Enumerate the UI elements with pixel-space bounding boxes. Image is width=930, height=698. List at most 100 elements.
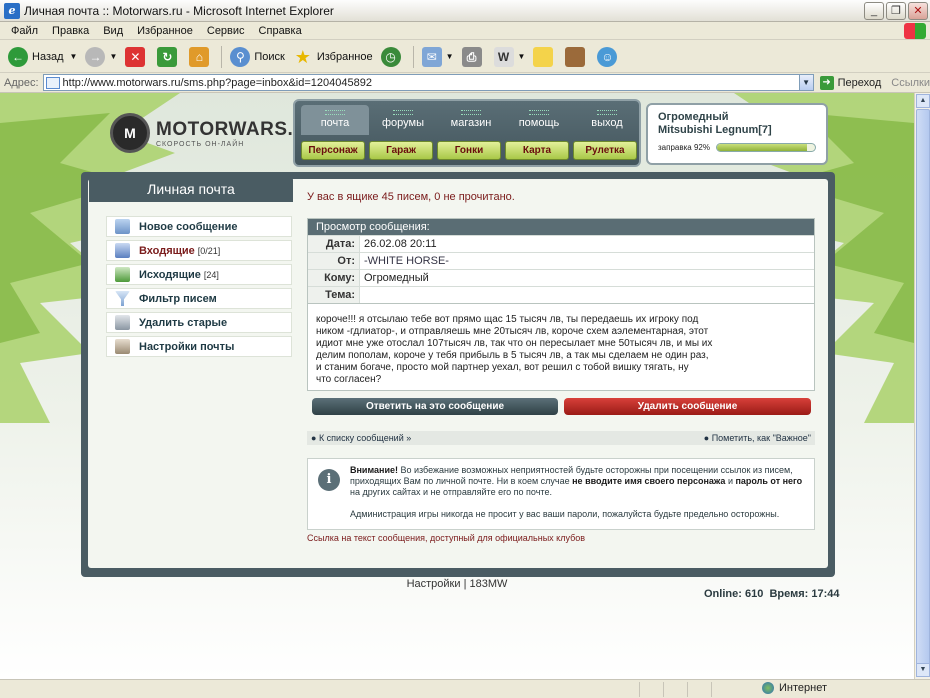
research-button[interactable] — [561, 44, 593, 70]
refresh-button[interactable]: ↻ — [153, 44, 185, 70]
nav-mail[interactable]: почта — [301, 105, 369, 135]
inbox-icon — [115, 243, 130, 258]
history-icon: ◷ — [380, 46, 401, 67]
message-recipient: Огромедный — [364, 272, 429, 284]
messenger-button[interactable]: ☺ — [593, 44, 625, 70]
message-view-title: Просмотр сообщения: — [308, 219, 814, 235]
subnav-races[interactable]: Гонки — [437, 141, 501, 160]
footer-counter: 183MW — [469, 578, 508, 590]
nav-shop[interactable]: магазин — [437, 105, 505, 135]
edit-dropdown-icon[interactable]: ▼ — [518, 52, 526, 61]
subnav-roulette[interactable]: Рулетка — [573, 141, 637, 160]
delete-message-button[interactable]: Удалить сообщение — [564, 398, 811, 415]
server-time: 17:44 — [811, 588, 840, 600]
message-body-line: что согласен? — [316, 374, 382, 385]
subnav-character[interactable]: Персонаж — [301, 141, 365, 160]
address-label: Адрес: — [4, 76, 39, 89]
forward-button[interactable]: → ▼ — [81, 44, 121, 70]
favorites-button[interactable]: ★ Избранное — [289, 44, 377, 70]
reply-button[interactable]: Ответить на это сообщение — [312, 398, 558, 415]
filter-icon — [115, 291, 130, 306]
online-status: Online: 610 Время: 17:44 — [704, 588, 840, 600]
fuel-label: заправка 92% — [658, 143, 710, 152]
search-button[interactable]: ⚲ Поиск — [226, 44, 288, 70]
note-icon — [533, 46, 554, 67]
edit-button[interactable]: W ▼ — [490, 44, 530, 70]
notice-warning-text: Внимание! Во избежание возможных неприят… — [350, 465, 803, 497]
settings-icon — [115, 339, 130, 354]
menu-bar: Файл Правка Вид Избранное Сервис Справка — [0, 22, 930, 40]
online-count: 610 — [744, 588, 764, 600]
back-to-list-link[interactable]: ● К списку сообщений » — [311, 433, 411, 443]
sidebar-item-delete-old[interactable]: Удалить старые — [106, 312, 292, 333]
sidebar-item-filter[interactable]: Фильтр писем — [106, 288, 292, 309]
car-owner[interactable]: Огромедный — [658, 111, 816, 124]
menu-file[interactable]: Файл — [4, 25, 45, 37]
footer-settings-link[interactable]: Настройки — [407, 578, 461, 590]
club-text-link[interactable]: Ссылка на текст сообщения, доступный для… — [307, 533, 585, 543]
message-sender[interactable]: -WHITE HORSE- — [360, 253, 449, 269]
menu-edit[interactable]: Правка — [45, 25, 96, 37]
windows-logo-icon — [904, 23, 926, 39]
subnav-garage[interactable]: Гараж — [369, 141, 433, 160]
subnav-map[interactable]: Карта — [505, 141, 569, 160]
address-input[interactable]: http://www.motorwars.ru/sms.php?page=inb… — [42, 74, 814, 91]
address-url[interactable]: http://www.motorwars.ru/sms.php?page=inb… — [63, 77, 799, 89]
mail-sidebar: Новое сообщение Входящие [0/21] Исходящи… — [106, 216, 292, 360]
nav-forums[interactable]: форумы — [369, 105, 437, 135]
message-to-row: Кому: Огромедный — [308, 269, 814, 286]
print-button[interactable]: ⎙ — [458, 44, 490, 70]
stop-button[interactable]: ✕ — [121, 44, 153, 70]
sidebar-item-inbox[interactable]: Входящие [0/21] — [106, 240, 292, 261]
scrollbar-thumb[interactable] — [916, 109, 930, 669]
menu-tools[interactable]: Сервис — [200, 25, 252, 37]
message-body-line: ником -гдлиатор-, и отправляешь мне 20ты… — [316, 326, 709, 337]
status-bar: Интернет — [0, 679, 930, 698]
message-body-line: идиот мне уже отослал 107тысяч лв, так ч… — [316, 338, 713, 349]
maximize-button[interactable]: ❐ — [886, 1, 906, 20]
go-button[interactable]: ➜ Переход — [819, 75, 881, 90]
menu-view[interactable]: Вид — [96, 25, 130, 37]
back-dropdown-icon[interactable]: ▼ — [70, 52, 78, 61]
sidebar-item-new-message[interactable]: Новое сообщение — [106, 216, 292, 237]
forward-dropdown-icon[interactable]: ▼ — [109, 52, 117, 61]
site-logo[interactable]: M MOTORWARS.RU СКОРОСТЬ ОН-ЛАЙН — [110, 113, 322, 153]
refresh-icon: ↻ — [157, 46, 178, 67]
history-button[interactable]: ◷ — [377, 44, 409, 70]
status-text-segment — [0, 681, 640, 697]
scroll-down-icon[interactable]: ▼ — [916, 663, 930, 677]
toolbar: ← Назад ▼ → ▼ ✕ ↻ ⌂ ⚲ Поиск ★ Избранное … — [0, 41, 930, 73]
discuss-button[interactable] — [529, 44, 561, 70]
minimize-button[interactable]: _ — [864, 1, 884, 20]
mail-dropdown-icon[interactable]: ▼ — [446, 52, 454, 61]
fuel-row: заправка 92% — [658, 143, 816, 152]
car-model[interactable]: Mitsubishi Legnum[7] — [658, 124, 816, 137]
motorwars-logo-icon: M — [110, 113, 150, 153]
back-button[interactable]: ← Назад ▼ — [4, 44, 81, 70]
word-icon: W — [493, 46, 514, 67]
address-bar: Адрес: http://www.motorwars.ru/sms.php?p… — [0, 73, 930, 93]
mark-important-link[interactable]: ● Пометить, как "Важное" — [704, 433, 811, 443]
mail-button[interactable]: ✉ ▼ — [418, 44, 458, 70]
nav-exit[interactable]: выход — [573, 105, 641, 135]
messenger-icon: ☺ — [597, 46, 618, 67]
books-icon — [565, 46, 586, 67]
message-body-line: короче!!! я отсылаю тебе вот прямо щас 1… — [316, 314, 699, 325]
sidebar-item-outbox[interactable]: Исходящие [24] — [106, 264, 292, 285]
sidebar-item-settings[interactable]: Настройки почты — [106, 336, 292, 357]
links-button[interactable]: Ссылки — [891, 77, 930, 89]
outbox-icon — [115, 267, 130, 282]
menu-help[interactable]: Справка — [252, 25, 309, 37]
vertical-scrollbar[interactable]: ▲ ▼ — [914, 93, 930, 679]
page-icon — [45, 76, 60, 89]
nav-help[interactable]: помощь — [505, 105, 573, 135]
close-button[interactable]: ✕ — [908, 1, 928, 20]
home-icon: ⌂ — [189, 46, 210, 67]
menu-favorites[interactable]: Избранное — [130, 25, 200, 37]
printer-icon: ⎙ — [461, 46, 482, 67]
message-date-row: Дата: 26.02.08 20:11 — [308, 235, 814, 252]
message-date: 26.02.08 20:11 — [364, 238, 437, 250]
scroll-up-icon[interactable]: ▲ — [916, 94, 930, 108]
address-dropdown-icon[interactable]: ▼ — [798, 75, 813, 90]
home-button[interactable]: ⌂ — [185, 44, 217, 70]
